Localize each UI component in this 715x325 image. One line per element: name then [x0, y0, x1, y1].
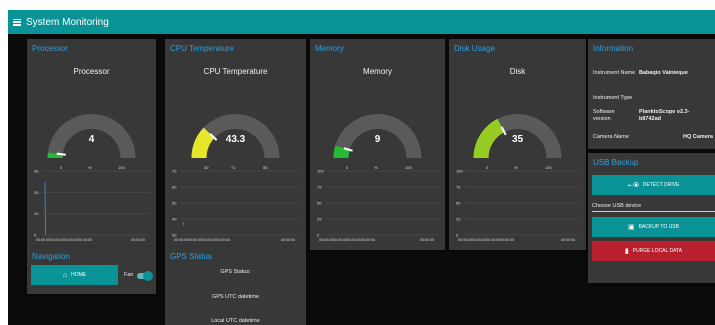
y-tick-label: 0 [456, 233, 459, 238]
y-tick-label: 0 [34, 233, 37, 238]
info-value: HQ Camera [683, 134, 713, 140]
card-title: GPS Status [170, 252, 212, 261]
x-tick-label: 00:00:00 [347, 238, 361, 242]
trash-icon: ▮ [624, 247, 629, 255]
info-key: Software version [593, 109, 615, 122]
y-tick-label: 20 [34, 190, 39, 195]
y-tick-label: 75 [317, 185, 322, 190]
gps-status-card: GPS Status GPS Status: GPS UTC datetime … [165, 247, 306, 325]
fan-toggle-knob [143, 271, 153, 281]
x-tick-label: 00:00:00 [500, 238, 514, 242]
home-icon: ⌂ [62, 271, 68, 279]
x-tick-label: 00:00:00 [319, 238, 333, 242]
card-title: USB Backup [593, 158, 639, 167]
info-row-instrument-type: Instrument Type [593, 95, 715, 101]
y-tick-label: 30 [172, 233, 177, 238]
info-row-camera-name: Camera Name HQ Camera [593, 134, 715, 140]
backup-to-usb-button[interactable]: ▣ BACKUP TO USB [592, 217, 715, 237]
x-tick-label: 00:00:00 [216, 238, 230, 242]
y-tick-label: 40 [172, 217, 177, 222]
usb-device-select[interactable]: Choose USB device [592, 203, 715, 212]
detect-drive-button[interactable]: ⭠⦿ DETECT DRIVE [592, 175, 715, 195]
cpu-temperature-card: CPU Temperature CPU Temperature 43.3 30 … [165, 39, 306, 250]
memory-line-chart: 100755025000:00:00 00:00:00 00:00:00 00:00:… [317, 169, 439, 242]
disk-usage-line-chart: 100755025000:00:00 00:00:00 00:00:00 00:00:… [456, 169, 580, 242]
info-key: Instrument Type [593, 95, 633, 101]
y-tick-label: 25 [317, 217, 322, 222]
series-line [182, 222, 185, 226]
x-tick-label: 00:00:00 [561, 238, 575, 242]
x-tick-label: 00:00:00 [36, 238, 50, 242]
x-tick-label: 00:00:00 [174, 238, 188, 242]
usb-backup-card: USB Backup ⭠⦿ DETECT DRIVE Choose USB de… [588, 153, 715, 283]
detect-drive-label: DETECT DRIVE [642, 182, 680, 188]
y-tick-label: 25 [456, 217, 461, 222]
card-title: Information [593, 44, 634, 53]
x-tick-label: 00:00:00 [281, 238, 295, 242]
page-title: System Monitoring [26, 16, 109, 28]
info-row-instrument-name: Instrument Name Babaqio Vainieque [593, 70, 715, 76]
x-tick-label: 00:00:00 [420, 238, 434, 242]
info-row-software-version: Software version PlanktoScope v2.3-b8742… [593, 109, 715, 123]
usb-device-placeholder: Choose USB device [592, 203, 642, 209]
home-label: HOME [71, 272, 87, 278]
y-tick-label: 60 [172, 185, 177, 190]
x-tick-label: 00:00:00 [64, 238, 78, 242]
usb-icon: ⭠⦿ [627, 181, 639, 189]
save-icon: ▣ [628, 223, 635, 231]
y-tick-label: 50 [317, 201, 322, 206]
x-tick-label: 00:00:00 [472, 238, 486, 242]
x-tick-label: 00:00:00 [188, 238, 202, 242]
x-tick-label: 00:00:00 [202, 238, 216, 242]
x-tick-label: 00:00:00 [486, 238, 500, 242]
series-line [44, 181, 47, 236]
gps-status-label: GPS Status: [220, 269, 251, 275]
top-bar: System Monitoring [8, 10, 715, 34]
processor-card: Processor Processor 4 0 % 100 30 20 10 0 00:… [27, 39, 156, 250]
x-tick-label: 00:00:00 [333, 238, 347, 242]
y-tick-label: 0 [317, 233, 320, 238]
y-tick-label: 10 [34, 211, 39, 216]
y-tick-label: 30 [34, 169, 39, 174]
x-tick-label: 00:00:00 [50, 238, 64, 242]
y-tick-label: 100 [317, 169, 324, 174]
menu-icon[interactable] [13, 18, 21, 26]
app-screen: System Monitoring Processor Processor 4 … [8, 10, 715, 325]
x-tick-label: 00:00:00 [361, 238, 375, 242]
gps-utc-datetime-label: GPS UTC datetime [211, 294, 260, 300]
y-tick-label: 50 [456, 201, 461, 206]
information-card: Information Instrument Name Babaqio Vain… [588, 39, 715, 149]
x-tick-label: 00:00:00 [458, 238, 472, 242]
purge-local-data-label: PURGE LOCAL DATA [632, 248, 683, 254]
y-tick-label: 50 [172, 201, 177, 206]
cpu-temperature-line-chart: 706050403000:00:00 00:00:00 00:00:00 00:00:… [172, 169, 300, 242]
info-value: PlanktoScope v2.3-b8742ad [639, 109, 690, 122]
info-value: Babaqio Vainieque [639, 70, 688, 76]
home-button[interactable]: ⌂ HOME [31, 265, 118, 285]
info-key: Instrument Name [593, 70, 636, 76]
info-key: Camera Name [593, 134, 629, 140]
y-tick-label: 70 [172, 169, 177, 174]
y-tick-label: 100 [456, 169, 463, 174]
backup-to-usb-label: BACKUP TO USB [638, 224, 679, 230]
x-tick-label: 00:00:00 [131, 238, 145, 242]
x-tick-label: 00:00:00 [78, 238, 92, 242]
purge-local-data-button[interactable]: ▮ PURGE LOCAL DATA [592, 241, 715, 261]
fan-toggle[interactable] [137, 271, 153, 281]
y-tick-label: 75 [456, 185, 461, 190]
navigation-card: Navigation ⌂ HOME Fan [27, 247, 156, 294]
local-utc-datetime-label: Local UTC datetime [211, 318, 260, 324]
card-title: Navigation [32, 252, 70, 261]
processor-line-chart: 302010000:00:00 00:00:00 00:00:00 00:00:00 0… [34, 169, 150, 242]
disk-usage-card: Disk Usage Disk 35 0 % 100 100 75 50 25 0 00:… [449, 39, 586, 250]
memory-card: Memory Memory 9 0 % 100 100 75 50 25 0 00:00:… [310, 39, 445, 250]
fan-label: Fan [124, 272, 134, 278]
